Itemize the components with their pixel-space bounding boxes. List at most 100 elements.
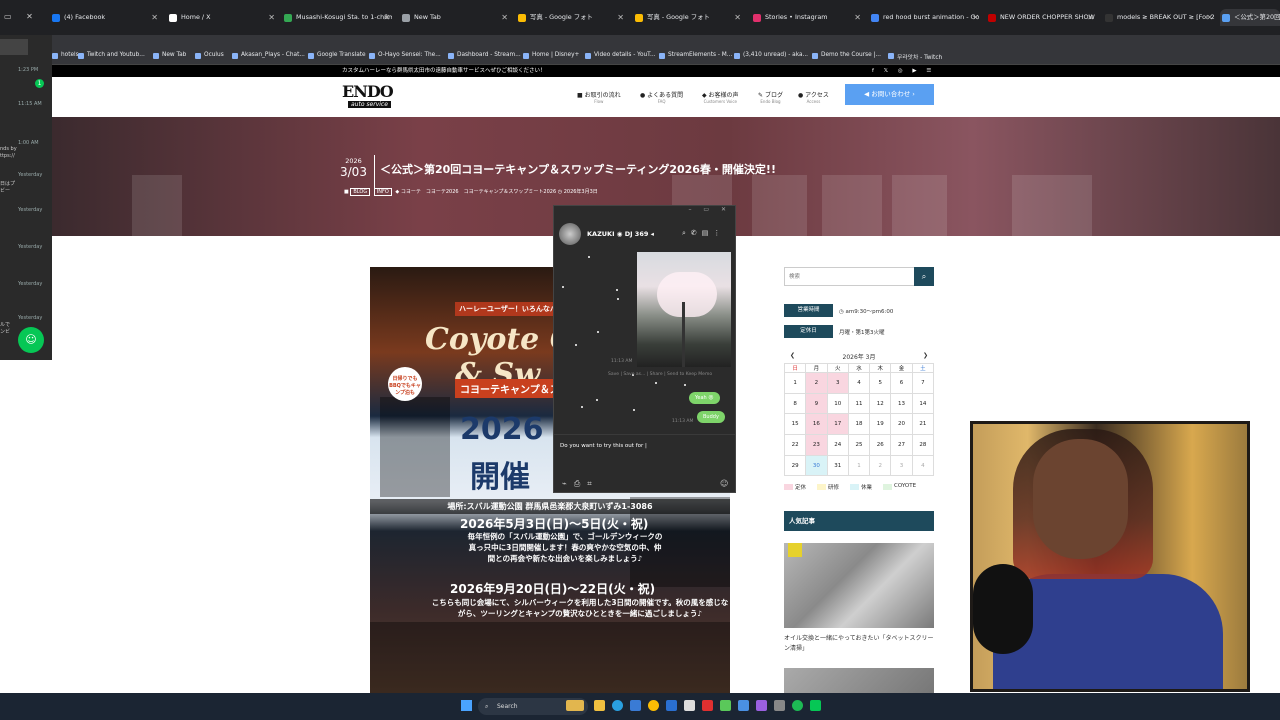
emoji-icon[interactable]: ☺ — [720, 479, 728, 488]
chat-photo-message[interactable] — [637, 252, 731, 367]
edge-icon[interactable] — [612, 700, 623, 711]
photo-actions[interactable]: Save | Save as... | Share | Send to Keep… — [608, 372, 712, 377]
bookmark-item[interactable]: StreamElements - M... — [659, 52, 732, 59]
bookmark-item[interactable]: New Tab — [153, 52, 186, 59]
close-tab-icon[interactable]: ✕ — [1206, 9, 1213, 26]
new-chat-icon[interactable]: ☺ — [18, 327, 44, 353]
nav-item[interactable]: ● アクセス Access — [798, 90, 829, 104]
chat-snippet[interactable]: ttps:// — [0, 153, 15, 159]
chat-toolbar[interactable]: ⌁⎙⌗ — [562, 479, 599, 489]
browser-tab[interactable]: Stories • Instagram ✕ — [751, 9, 863, 26]
nav-item[interactable]: ✎ ブログ Endo Blog — [758, 90, 783, 104]
close-tab-icon[interactable]: ✕ — [501, 9, 508, 26]
chrome-icon[interactable] — [648, 700, 659, 711]
window-controls[interactable]: ▭ ✕ — [4, 12, 39, 21]
close-tab-icon[interactable]: ✕ — [972, 9, 979, 26]
browser-tab[interactable]: 写真 - Google フォト ✕ — [633, 9, 743, 26]
app-icon[interactable] — [756, 700, 767, 711]
app-icon[interactable] — [666, 700, 677, 711]
calendar-day: 31 — [826, 454, 849, 477]
tab-title: (4) Facebook — [64, 13, 106, 21]
store-icon[interactable] — [630, 700, 641, 711]
widget-icon[interactable] — [566, 700, 584, 711]
bookmark-item[interactable]: Video details - YouT... — [585, 52, 656, 59]
chat-snippet[interactable]: ルで — [0, 321, 10, 328]
bookmark-item[interactable]: Akasan_Plays - Chat... — [232, 52, 305, 59]
browser-tab[interactable]: red hood burst animation - Go ✕ — [869, 9, 981, 26]
popular-article-image[interactable] — [784, 543, 934, 628]
nav-item[interactable]: ■ お取引の流れ Flow — [577, 90, 621, 104]
browser-tab[interactable]: New Tab ✕ — [400, 9, 510, 26]
bookmark-item[interactable]: hotels — [52, 52, 79, 59]
bookmark-item[interactable]: 무라앗차 - Twitch — [888, 52, 942, 61]
bookmark-item[interactable]: Dashboard - Stream... — [448, 52, 521, 59]
close-tab-icon[interactable]: ✕ — [854, 9, 861, 26]
address-row[interactable]: ⇅ — [36, 37, 1280, 49]
calendar-day: 14 — [911, 392, 935, 415]
browser-tab[interactable]: ＜公式＞第20回 — [1220, 9, 1280, 26]
bookmark-item[interactable]: Twitch and Youtub... — [78, 52, 145, 59]
message-bubble: Buddy — [697, 411, 725, 423]
popular-article-image[interactable] — [784, 668, 934, 693]
popular-article-title[interactable]: オイル交換と一緒にやっておきたい「タベットスクリーン清掃」 — [784, 634, 934, 654]
chat-snippet[interactable]: ビー — [0, 187, 10, 194]
app-icon[interactable] — [738, 700, 749, 711]
bookmark-item[interactable]: Demo the Course |... — [812, 52, 881, 59]
search-icon[interactable]: ⌕ — [914, 267, 934, 286]
chat-list-search[interactable] — [0, 39, 28, 55]
browser-tab[interactable]: NEW ORDER CHOPPER SHOW ✕ — [986, 9, 1096, 26]
chat-header-icons[interactable]: ⌕✆▤⋮ — [682, 229, 725, 238]
browser-tab[interactable]: 写真 - Google フォト ✕ — [516, 9, 626, 26]
popular-articles-heading: 人気記事 — [784, 511, 934, 531]
message-input-text[interactable]: Do you want to try this out for | — [560, 443, 647, 449]
browser-tab[interactable]: models ≥ BREAK OUT ≥ [For 20 ✕ — [1103, 9, 1215, 26]
chat-snippet[interactable]: ンビ — [0, 328, 10, 335]
windows-start-icon[interactable] — [461, 700, 472, 711]
file-explorer-icon[interactable] — [594, 700, 605, 711]
calendar-day: 21 — [911, 413, 935, 436]
chat-background-star — [616, 289, 618, 291]
app-icon[interactable] — [774, 700, 785, 711]
nav-item[interactable]: ● よくある質問 FAQ — [640, 90, 683, 104]
bookmark-icon — [523, 53, 529, 59]
app-icon[interactable] — [720, 700, 731, 711]
webcam-overlay — [970, 421, 1250, 692]
site-logo[interactable]: ENDO auto service — [342, 84, 412, 110]
nav-item[interactable]: ◆ お客様の声 Customers Voice — [702, 90, 739, 104]
tag-info[interactable]: INFO — [373, 188, 392, 196]
chat-contact[interactable]: KAZUKI ◉ DJ 369 ◂ — [587, 230, 654, 238]
chat-background-star — [633, 409, 635, 411]
attach-icon: ⌁ — [562, 479, 574, 488]
tag-blog[interactable]: BLOG — [350, 188, 371, 196]
bookmark-item[interactable]: Google Translate — [308, 52, 366, 59]
search-input[interactable] — [785, 268, 913, 285]
bookmark-item[interactable]: Oculus — [195, 52, 224, 59]
chat-window-controls[interactable]: – ▭ ✕ — [554, 206, 735, 218]
close-tab-icon[interactable]: ✕ — [617, 9, 624, 26]
post-categories[interactable]: ◆ コヨーテ コヨーテ2026 コヨーテキャンプ＆スワップミート2026 — [395, 189, 556, 195]
calendar-next-icon[interactable]: ❯ — [923, 352, 928, 359]
bookmark-item[interactable]: (3,410 unread) - aka... — [734, 52, 808, 59]
avatar[interactable] — [559, 223, 581, 245]
bookmark-item[interactable]: Home | Disney+ — [523, 52, 579, 59]
bookmark-item[interactable]: O-Hayo Sensei: The... — [369, 52, 441, 59]
calendar-prev-icon[interactable]: ❮ — [790, 352, 795, 359]
social-icons[interactable]: f 𝕏 ◎ ▶ ☰ — [872, 65, 935, 77]
app-icon[interactable] — [684, 700, 695, 711]
bookmark-icon — [812, 53, 818, 59]
close-tab-icon[interactable]: ✕ — [1087, 9, 1094, 26]
browser-tab[interactable]: Musashi-Kosugi Sta. to 1-chōm ✕ — [282, 9, 392, 26]
browser-tab[interactable]: (4) Facebook ✕ — [50, 9, 160, 26]
youtube-icon[interactable] — [702, 700, 713, 711]
chat-snippet[interactable]: 日はプ — [0, 180, 15, 187]
message-input[interactable]: Do you want to try this out for | — [554, 434, 735, 472]
close-tab-icon[interactable]: ✕ — [151, 9, 158, 26]
chat-snippet[interactable]: nds by — [0, 146, 17, 152]
line-icon[interactable] — [810, 700, 821, 711]
browser-tab[interactable]: Home / X ✕ — [167, 9, 277, 26]
close-tab-icon[interactable]: ✕ — [383, 9, 390, 26]
close-tab-icon[interactable]: ✕ — [734, 9, 741, 26]
close-tab-icon[interactable]: ✕ — [268, 9, 275, 26]
contact-button[interactable]: ◀ お問い合わせ › — [845, 84, 934, 105]
spotify-icon[interactable] — [792, 700, 803, 711]
